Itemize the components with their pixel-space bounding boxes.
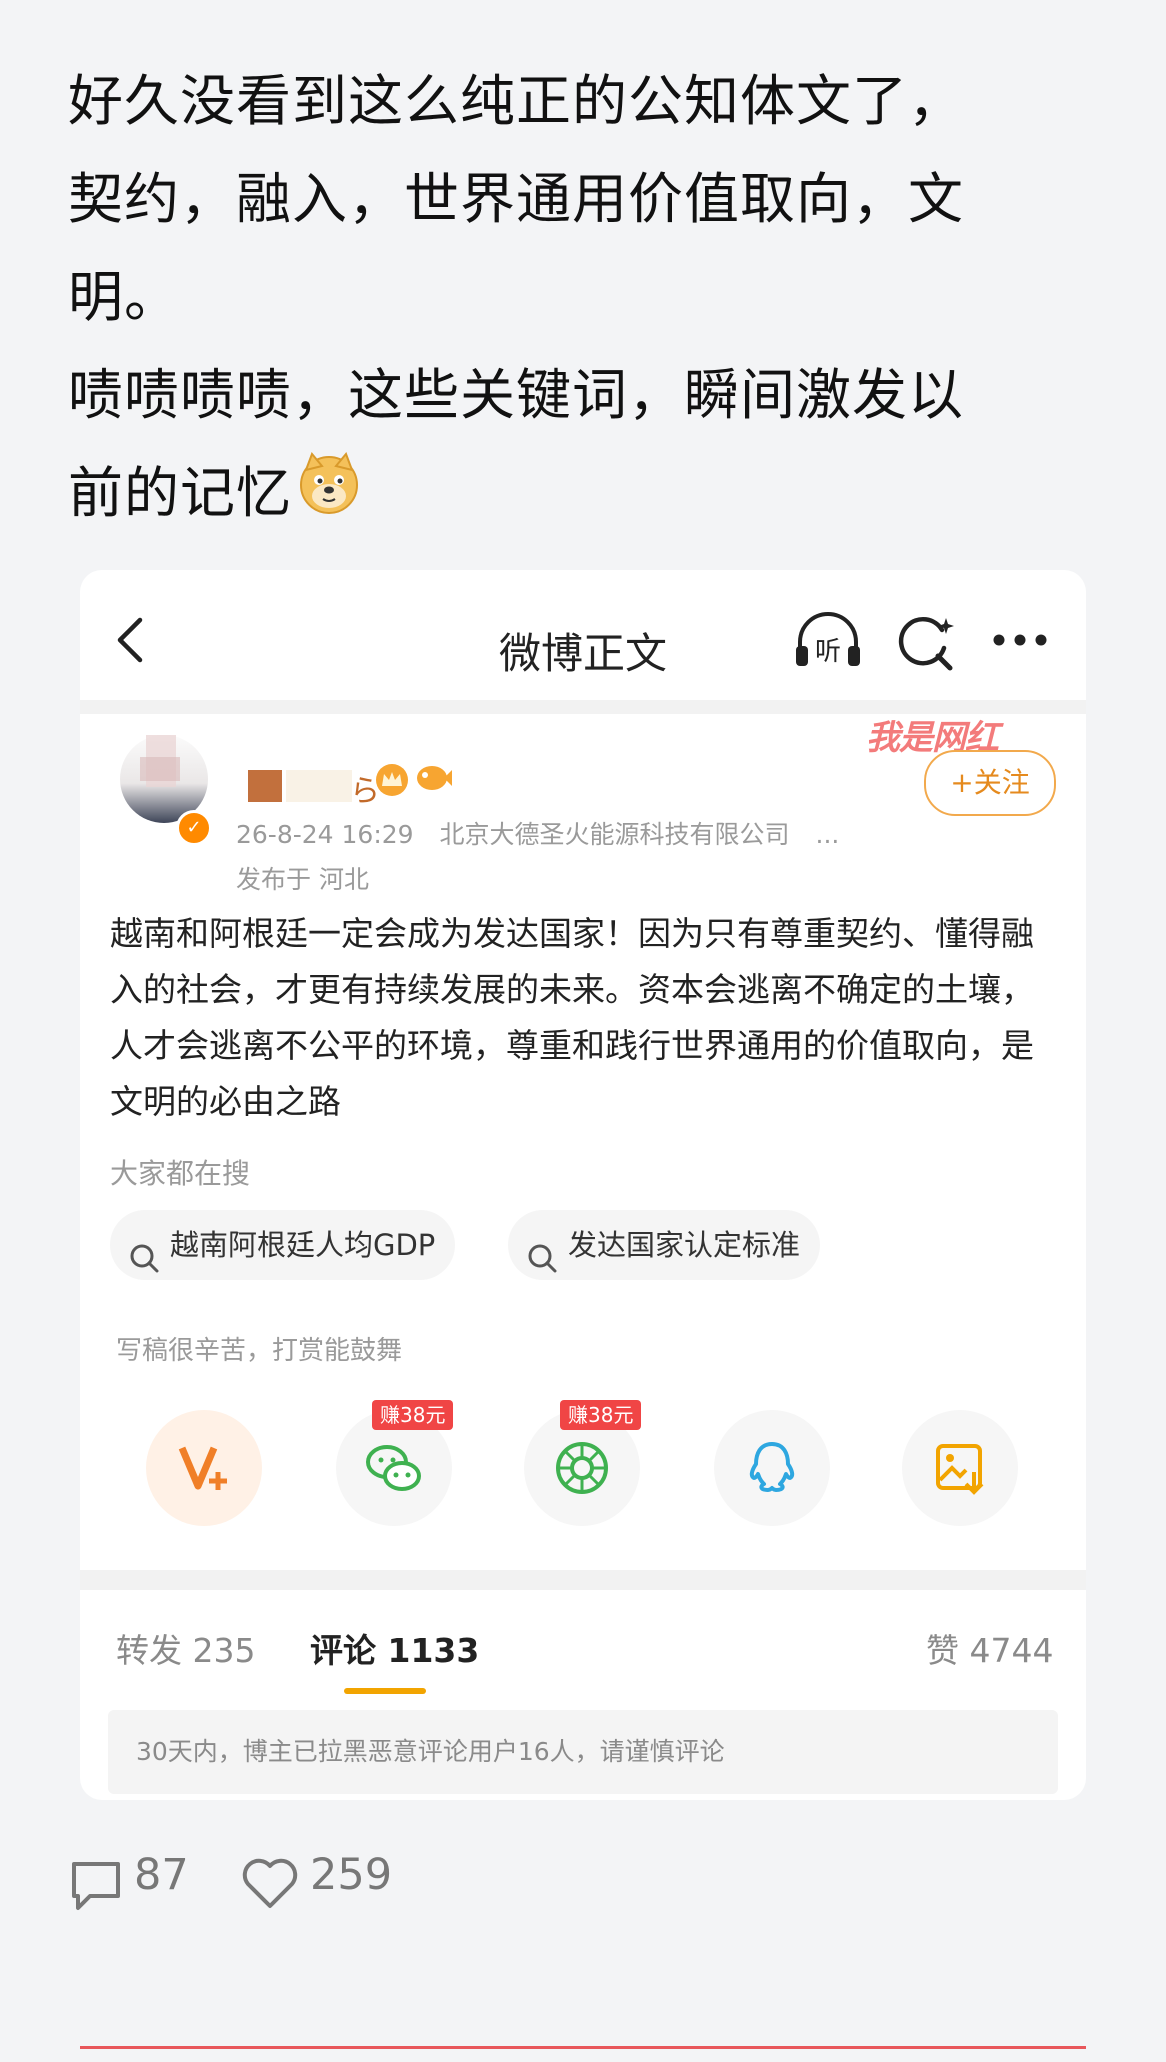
notice-bar: 30天内，博主已拉黑恶意评论用户16人，请谨慎评论 — [108, 1710, 1058, 1794]
embedded-screenshot: 微博正文 听 ✓ ら 我是网红 +关注 26-8-24 16:29 北京大德圣火… — [80, 570, 1086, 1800]
vip-crown-icon — [374, 762, 410, 802]
verified-badge-icon: ✓ — [176, 810, 212, 846]
reward-v-plus-button[interactable] — [146, 1410, 262, 1526]
like-count: 259 — [310, 1850, 393, 1900]
doge-emoji-icon — [296, 448, 362, 546]
top-bar: 微博正文 听 — [80, 570, 1086, 700]
share-wechat-button[interactable]: 赚38元 — [336, 1400, 454, 1526]
search-chip[interactable]: 越南阿根廷人均GDP — [110, 1210, 456, 1280]
post-time: 26-8-24 16:29 — [236, 820, 414, 849]
tab-repost[interactable]: 转发 235 — [116, 1624, 255, 1672]
active-tab-indicator — [344, 1688, 426, 1694]
search-ai-icon[interactable] — [898, 614, 958, 678]
heart-icon[interactable] — [240, 1856, 300, 1916]
post-line-last: 前的记忆 — [68, 444, 1108, 546]
svg-text:听: 听 — [815, 637, 841, 667]
earn-badge: 赚38元 — [372, 1400, 454, 1430]
more-icon[interactable] — [992, 632, 1048, 651]
post-location: 发布于 河北 — [236, 865, 369, 894]
post-meta-ellipsis: ... — [815, 820, 840, 849]
post-line: 啧啧啧啧，这些关键词，瞬间激发以 — [68, 363, 965, 427]
trending-search-label: 大家都在搜 — [110, 1157, 251, 1190]
save-image-button[interactable] — [902, 1410, 1018, 1526]
post-line: 契约，融入，世界通用价值取向，文 — [68, 167, 965, 231]
search-chip-label: 发达国家认定标准 — [568, 1228, 801, 1262]
comment-icon[interactable] — [68, 1858, 124, 1916]
comment-count: 87 — [134, 1850, 189, 1900]
share-moments-button[interactable]: 赚38元 — [524, 1400, 642, 1526]
divider — [80, 2046, 1086, 2049]
reward-label: 写稿很辛苦，打赏能鼓舞 — [116, 1336, 403, 1366]
weibo-body: 越南和阿根廷一定会成为发达国家！因为只有尊重契约、懂得融入的社会，才更有持续发展… — [110, 914, 1034, 1121]
follow-button[interactable]: +关注 — [924, 750, 1056, 816]
tab-like[interactable]: 赞 4744 — [926, 1624, 1053, 1672]
post-line: 好久没看到这么纯正的公知体文了， — [68, 69, 965, 133]
tab-comment[interactable]: 评论 1133 — [310, 1624, 479, 1672]
username-redacted — [248, 770, 282, 802]
earn-badge: 赚38元 — [560, 1400, 642, 1430]
post-line: 明。 — [68, 265, 181, 329]
divider — [80, 1570, 1086, 1590]
search-chip[interactable]: 发达国家认定标准 — [508, 1210, 821, 1280]
search-chip-label: 越南阿根廷人均GDP — [170, 1228, 436, 1262]
post-line: 前的记忆 — [68, 461, 293, 525]
stats-bar: 转发 235 评论 1133 赞 4744 — [80, 1590, 1086, 1698]
search-icon — [526, 1229, 558, 1299]
fan-badge-icon — [414, 760, 452, 800]
share-qq-button[interactable] — [714, 1410, 830, 1526]
listen-icon[interactable]: 听 — [792, 612, 864, 674]
post-source: 北京大德圣火能源科技有限公司 — [439, 820, 790, 849]
post-meta: 26-8-24 16:29 北京大德圣火能源科技有限公司 ... — [236, 815, 857, 851]
username-redacted — [286, 770, 352, 802]
search-icon — [128, 1229, 160, 1299]
post-text: 好久没看到这么纯正的公知体文了， 契约，融入，世界通用价值取向，文 明。 啧啧啧… — [68, 52, 1108, 546]
